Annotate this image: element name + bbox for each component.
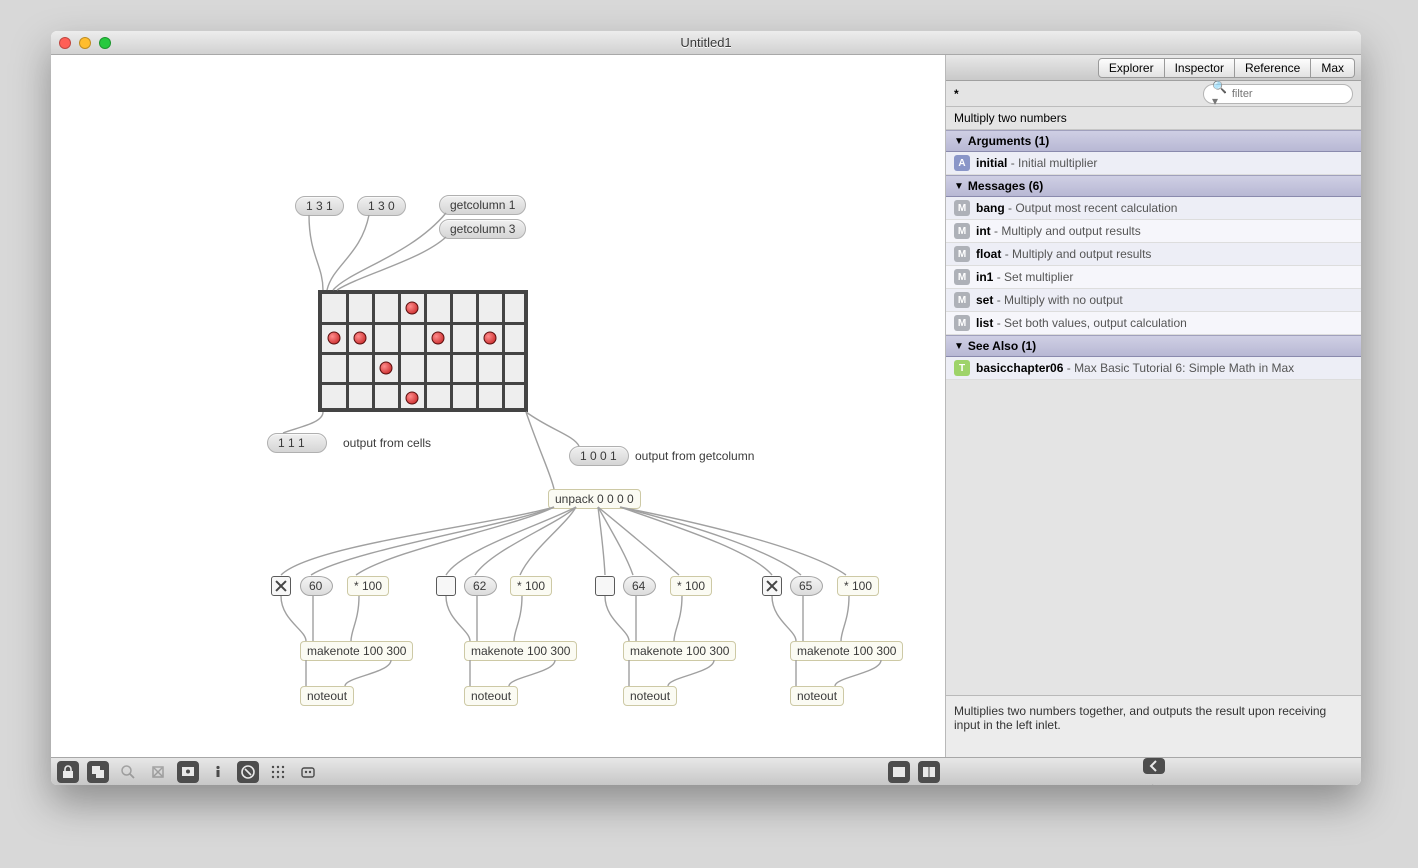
tab-inspector[interactable]: Inspector <box>1165 58 1235 78</box>
cell-dot[interactable] <box>406 302 419 315</box>
message-getcolumn3[interactable]: getcolumn 3 <box>439 219 526 239</box>
reference-row[interactable]: M set - Multiply with no output <box>946 289 1361 312</box>
badge-icon: A <box>954 155 970 171</box>
label-output-cells: output from cells <box>343 436 431 450</box>
back-icon[interactable] <box>1143 758 1165 774</box>
newview-icon[interactable] <box>87 761 109 783</box>
titlebar: Untitled1 <box>51 31 1361 55</box>
minimize-icon[interactable] <box>79 37 91 49</box>
close-icon[interactable] <box>59 37 71 49</box>
object-makenote-2[interactable]: makenote 100 300 <box>464 641 577 661</box>
cell-dot[interactable] <box>354 332 367 345</box>
badge-icon: M <box>954 200 970 216</box>
badge-icon: M <box>954 269 970 285</box>
filter-search[interactable]: 🔍▾ <box>1203 84 1353 104</box>
cell-dot[interactable] <box>380 362 393 375</box>
message-130[interactable]: 1 3 0 <box>357 196 406 216</box>
object-noteout-1[interactable]: noteout <box>300 686 354 706</box>
grid-icon[interactable] <box>267 761 289 783</box>
toggle-voice-3[interactable] <box>595 576 615 596</box>
object-mul-3[interactable]: * 100 <box>670 576 712 596</box>
object-mul-4[interactable]: * 100 <box>837 576 879 596</box>
dsp-icon[interactable] <box>237 761 259 783</box>
tab-max[interactable]: Max <box>1311 58 1355 78</box>
cell-dot[interactable] <box>406 392 419 405</box>
label-output-getcolumn: output from getcolumn <box>635 449 754 463</box>
reference-row[interactable]: M in1 - Set multiplier <box>946 266 1361 289</box>
lock-icon[interactable] <box>57 761 79 783</box>
object-makenote-4[interactable]: makenote 100 300 <box>790 641 903 661</box>
toggle-voice-1[interactable] <box>271 576 291 596</box>
reference-row[interactable]: M float - Multiply and output results <box>946 243 1361 266</box>
sidebar-toolbar <box>946 757 1361 785</box>
sidebar-tabs: Explorer Inspector Reference Max <box>946 55 1361 81</box>
filter-bar: * 🔍▾ <box>946 81 1361 107</box>
reference-row[interactable]: M bang - Output most recent calculation <box>946 197 1361 220</box>
message-getcolumn1[interactable]: getcolumn 1 <box>439 195 526 215</box>
info-icon[interactable] <box>207 761 229 783</box>
zoomout-icon <box>147 761 169 783</box>
badge-icon: M <box>954 246 970 262</box>
reference-row[interactable]: M int - Multiply and output results <box>946 220 1361 243</box>
search-icon: 🔍▾ <box>1212 80 1230 108</box>
cell-dot[interactable] <box>432 332 445 345</box>
message-getcolumn-out[interactable]: 1 0 0 1 <box>569 446 629 466</box>
object-makenote-3[interactable]: makenote 100 300 <box>623 641 736 661</box>
badge-icon: T <box>954 360 970 376</box>
object-unpack[interactable]: unpack 0 0 0 0 <box>548 489 641 509</box>
message-cells-out[interactable]: 1 1 1 <box>267 433 327 453</box>
tab-explorer[interactable]: Explorer <box>1098 58 1165 78</box>
object-name: * <box>954 87 959 101</box>
reference-row[interactable]: T basicchapter06 - Max Basic Tutorial 6:… <box>946 357 1361 380</box>
app-window: Untitled1 1 3 1 1 3 0 getcolumn 1 getcol… <box>51 31 1361 785</box>
object-makenote-1[interactable]: makenote 100 300 <box>300 641 413 661</box>
number-voice-2[interactable]: 62 <box>464 576 497 596</box>
tab-reference[interactable]: Reference <box>1235 58 1311 78</box>
number-voice-4[interactable]: 65 <box>790 576 823 596</box>
reference-row[interactable]: A initial - Initial multiplier <box>946 152 1361 175</box>
split-view-icon[interactable] <box>918 761 940 783</box>
cellblock[interactable] <box>318 290 528 412</box>
badge-icon: M <box>954 315 970 331</box>
sidebar: Explorer Inspector Reference Max * 🔍▾ Mu… <box>946 55 1361 785</box>
number-voice-3[interactable]: 64 <box>623 576 656 596</box>
object-noteout-4[interactable]: noteout <box>790 686 844 706</box>
presentation-icon[interactable] <box>177 761 199 783</box>
section-arguments[interactable]: ▼Arguments (1) <box>946 130 1361 152</box>
window-controls <box>59 37 111 49</box>
badge-icon: M <box>954 292 970 308</box>
window-title: Untitled1 <box>111 35 1301 50</box>
message-131[interactable]: 1 3 1 <box>295 196 344 216</box>
reference-row[interactable]: M list - Set both values, output calcula… <box>946 312 1361 335</box>
object-noteout-2[interactable]: noteout <box>464 686 518 706</box>
zoom-icon[interactable] <box>99 37 111 49</box>
object-noteout-3[interactable]: noteout <box>623 686 677 706</box>
object-mul-1[interactable]: * 100 <box>347 576 389 596</box>
object-mul-2[interactable]: * 100 <box>510 576 552 596</box>
forward-icon[interactable] <box>1143 782 1165 785</box>
patcher-canvas[interactable]: 1 3 1 1 3 0 getcolumn 1 getcolumn 3 <box>51 55 946 757</box>
object-summary: Multiply two numbers <box>946 107 1361 130</box>
single-view-icon[interactable] <box>888 761 910 783</box>
number-voice-1[interactable]: 60 <box>300 576 333 596</box>
cell-dot[interactable] <box>328 332 341 345</box>
toggle-voice-2[interactable] <box>436 576 456 596</box>
cell-dot[interactable] <box>484 332 497 345</box>
badge-icon: M <box>954 223 970 239</box>
patcher-toolbar <box>51 757 946 785</box>
filter-input[interactable] <box>1232 88 1344 100</box>
scheduler-icon[interactable] <box>297 761 319 783</box>
zoomin-icon <box>117 761 139 783</box>
section-seealso[interactable]: ▼See Also (1) <box>946 335 1361 357</box>
toggle-voice-4[interactable] <box>762 576 782 596</box>
reference-body[interactable]: ▼Arguments (1) A initial - Initial multi… <box>946 130 1361 695</box>
section-messages[interactable]: ▼Messages (6) <box>946 175 1361 197</box>
